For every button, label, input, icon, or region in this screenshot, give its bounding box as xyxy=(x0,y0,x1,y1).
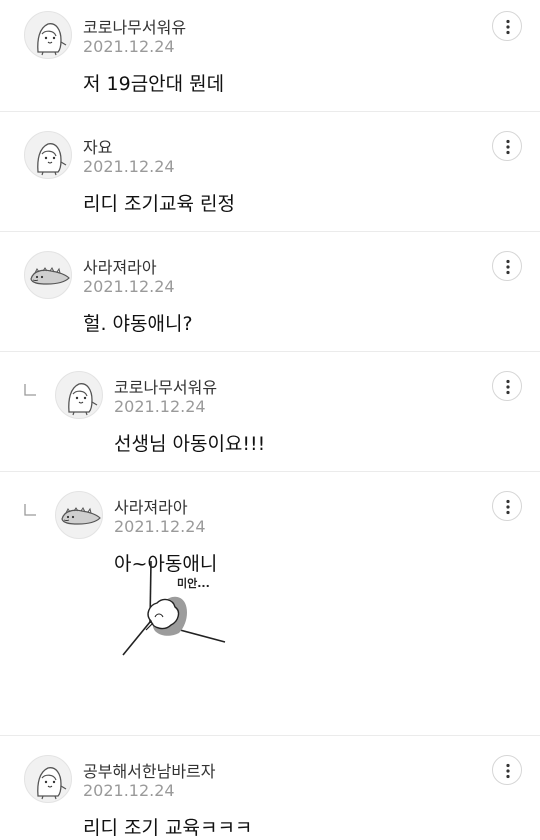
comment-author[interactable]: 코로나무서워유 xyxy=(114,374,217,398)
more-options-button[interactable] xyxy=(492,251,522,281)
avatar[interactable] xyxy=(55,491,103,539)
avatar[interactable] xyxy=(24,251,72,299)
reply-indent-icon xyxy=(24,384,36,396)
reply-indent-icon xyxy=(24,504,36,516)
comment-text: 저 19금안대 뭔데 xyxy=(83,73,225,95)
comment-author[interactable]: 사라져라아 xyxy=(83,254,157,278)
comment-text: 리디 조기교육 린정 xyxy=(83,193,235,215)
more-vertical-icon xyxy=(506,763,510,779)
comment-item: 코로나무서워유 2021.12.24 저 19금안대 뭔데 xyxy=(0,0,540,112)
more-vertical-icon xyxy=(506,379,510,395)
sticker-image[interactable]: 미안... xyxy=(115,557,230,667)
more-vertical-icon xyxy=(506,139,510,155)
avatar[interactable] xyxy=(24,11,72,59)
sticker-caption: 미안... xyxy=(177,576,210,590)
penguin-avatar-icon xyxy=(37,23,67,56)
penguin-avatar-icon xyxy=(37,143,67,176)
comment-date: 2021.12.24 xyxy=(83,37,175,56)
more-options-button[interactable] xyxy=(492,11,522,41)
more-options-button[interactable] xyxy=(492,131,522,161)
reply-comment-item: 코로나무서워유 2021.12.24 선생님 아동이요!!! xyxy=(0,352,540,472)
more-options-button[interactable] xyxy=(492,371,522,401)
comment-date: 2021.12.24 xyxy=(83,781,175,800)
comment-text: 리디 조기 교육ㅋㅋㅋ xyxy=(83,817,253,839)
lizard-avatar-icon xyxy=(61,507,101,525)
more-vertical-icon xyxy=(506,499,510,515)
comment-author[interactable]: 코로나무서워유 xyxy=(83,14,186,38)
comment-author[interactable]: 공부해서한남바르자 xyxy=(83,758,215,782)
comment-date: 2021.12.24 xyxy=(114,397,206,416)
penguin-avatar-icon xyxy=(68,383,98,416)
comment-date: 2021.12.24 xyxy=(114,517,206,536)
comment-item: 공부해서한남바르자 2021.12.24 리디 조기 교육ㅋㅋㅋ xyxy=(0,736,540,840)
comment-item: 자요 2021.12.24 리디 조기교육 린정 xyxy=(0,112,540,232)
avatar[interactable] xyxy=(55,371,103,419)
more-options-button[interactable] xyxy=(492,491,522,521)
reply-comment-item: 사라져라아 2021.12.24 아~아동애니 미안... xyxy=(0,472,540,736)
comment-date: 2021.12.24 xyxy=(83,277,175,296)
comment-date: 2021.12.24 xyxy=(83,157,175,176)
comment-item: 사라져라아 2021.12.24 헐. 야동애니? xyxy=(0,232,540,352)
more-vertical-icon xyxy=(506,19,510,35)
comment-author[interactable]: 자요 xyxy=(83,134,112,158)
lizard-avatar-icon xyxy=(30,267,70,285)
comment-author[interactable]: 사라져라아 xyxy=(114,494,188,518)
avatar[interactable] xyxy=(24,131,72,179)
avatar[interactable] xyxy=(24,755,72,803)
comment-text: 선생님 아동이요!!! xyxy=(114,433,266,455)
more-options-button[interactable] xyxy=(492,755,522,785)
penguin-avatar-icon xyxy=(37,767,67,800)
comment-text: 헐. 야동애니? xyxy=(83,313,193,335)
more-vertical-icon xyxy=(506,259,510,275)
